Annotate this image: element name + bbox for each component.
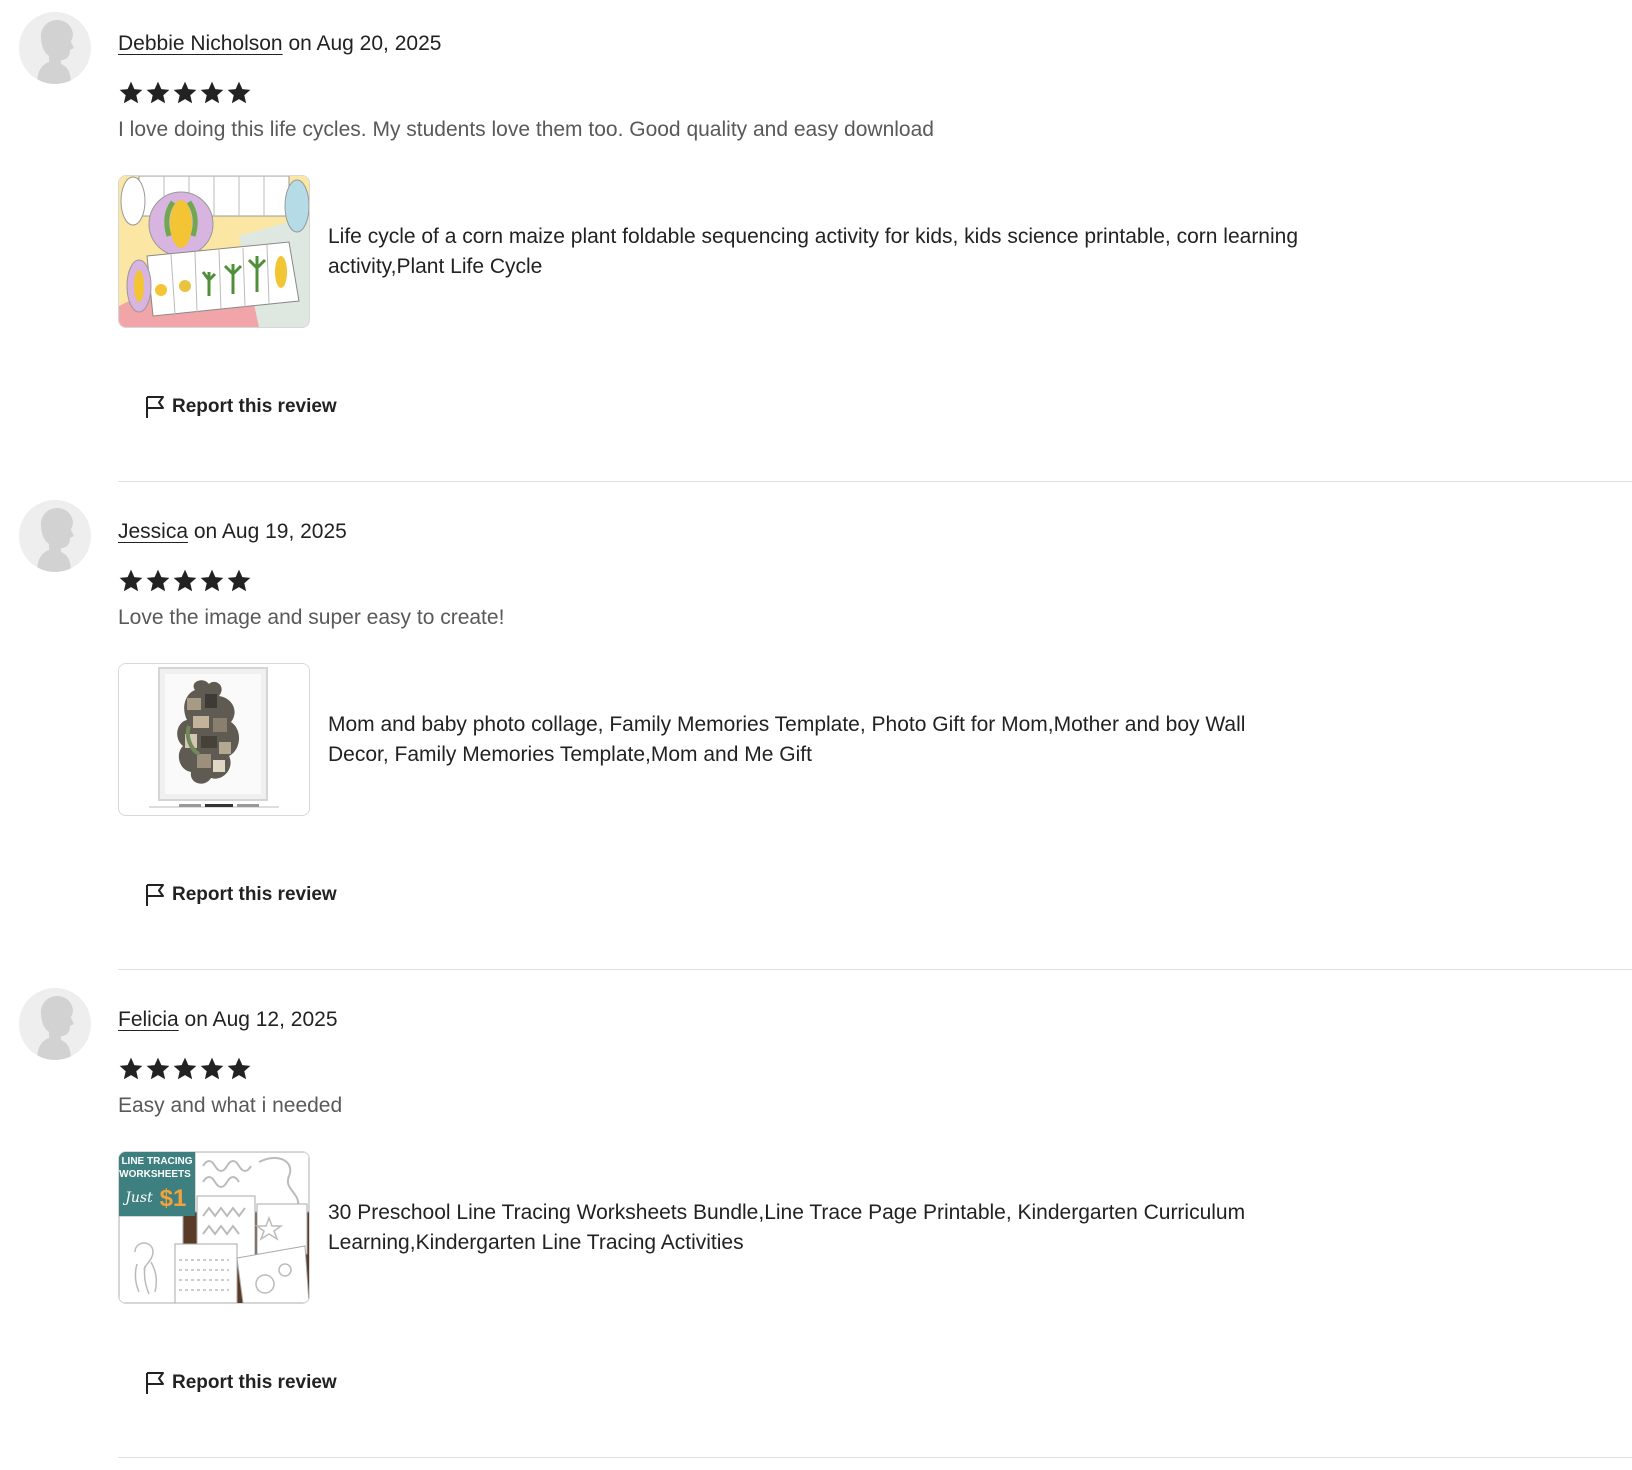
- star-icon: [172, 1056, 198, 1086]
- product-link[interactable]: Life cycle of a corn maize plant foldabl…: [118, 175, 1308, 328]
- avatar[interactable]: [19, 988, 91, 1060]
- flag-icon: [146, 884, 164, 906]
- report-review-label: Report this review: [172, 884, 337, 905]
- avatar[interactable]: [19, 12, 91, 84]
- star-icon: [226, 1056, 252, 1086]
- review-header: Debbie Nicholson on Aug 20, 2025: [118, 30, 441, 58]
- review-text: Easy and what i needed: [118, 1094, 343, 1117]
- reviewer-name-link[interactable]: Debbie Nicholson: [118, 32, 283, 55]
- report-review-label: Report this review: [172, 1372, 337, 1393]
- star-icon: [145, 568, 171, 598]
- star-icon: [172, 568, 198, 598]
- star-rating: [118, 568, 252, 598]
- user-silhouette-icon: [19, 12, 91, 84]
- product-link[interactable]: LINE TRACING WORKSHEETS Just $1 30 Presc…: [118, 1151, 1308, 1304]
- product-link[interactable]: Mom and baby photo collage, Family Memor…: [118, 663, 1308, 816]
- divider: [118, 969, 1632, 970]
- star-rating: [118, 80, 252, 110]
- star-icon: [172, 80, 198, 110]
- user-silhouette-icon: [19, 988, 91, 1060]
- reviewer-name-link[interactable]: Jessica: [118, 520, 188, 543]
- user-silhouette-icon: [19, 500, 91, 572]
- star-icon: [226, 80, 252, 110]
- star-icon: [226, 568, 252, 598]
- product-title[interactable]: 30 Preschool Line Tracing Worksheets Bun…: [328, 1198, 1308, 1258]
- product-thumbnail[interactable]: [118, 663, 310, 816]
- star-rating: [118, 1056, 252, 1086]
- star-icon: [199, 568, 225, 598]
- product-title[interactable]: Life cycle of a corn maize plant foldabl…: [328, 222, 1308, 282]
- thumb-text: WORKSHEETS: [119, 1169, 191, 1180]
- review-date: on Aug 12, 2025: [178, 1008, 338, 1031]
- product-title[interactable]: Mom and baby photo collage, Family Memor…: [328, 710, 1308, 770]
- star-icon: [145, 80, 171, 110]
- star-icon: [118, 1056, 144, 1086]
- product-thumbnail[interactable]: LINE TRACING WORKSHEETS Just $1: [118, 1151, 310, 1304]
- photo-collage-thumbnail-image: [119, 664, 309, 815]
- thumb-text: LINE TRACING: [121, 1156, 192, 1167]
- divider: [118, 1457, 1632, 1458]
- corn-lifecycle-thumbnail-image: [119, 176, 309, 327]
- report-review-button[interactable]: Report this review: [144, 1371, 337, 1395]
- review-header: Felicia on Aug 12, 2025: [118, 1006, 338, 1034]
- reviewer-name-link[interactable]: Felicia: [118, 1008, 179, 1031]
- reviews-list: Debbie Nicholson on Aug 20, 2025 I love …: [0, 0, 1632, 1464]
- review-item: Jessica on Aug 19, 2025 Love the image a…: [0, 488, 1632, 976]
- star-icon: [145, 1056, 171, 1086]
- review-item: Felicia on Aug 12, 2025 Easy and what i …: [0, 976, 1632, 1464]
- review-date: on Aug 20, 2025: [282, 32, 442, 55]
- thumb-text: $1: [160, 1185, 187, 1212]
- thumb-text: Just: [122, 1190, 153, 1206]
- line-tracing-thumbnail-image: LINE TRACING WORKSHEETS Just $1: [119, 1152, 309, 1303]
- report-review-label: Report this review: [172, 396, 337, 417]
- review-header: Jessica on Aug 19, 2025: [118, 518, 347, 546]
- star-icon: [118, 568, 144, 598]
- review-item: Debbie Nicholson on Aug 20, 2025 I love …: [0, 0, 1632, 488]
- avatar[interactable]: [19, 500, 91, 572]
- report-review-button[interactable]: Report this review: [144, 395, 337, 419]
- divider: [118, 481, 1632, 482]
- star-icon: [199, 80, 225, 110]
- flag-icon: [146, 1372, 164, 1394]
- star-icon: [118, 80, 144, 110]
- review-date: on Aug 19, 2025: [188, 520, 347, 543]
- star-icon: [199, 1056, 225, 1086]
- product-thumbnail[interactable]: [118, 175, 310, 328]
- review-text: I love doing this life cycles. My studen…: [118, 118, 934, 141]
- report-review-button[interactable]: Report this review: [144, 883, 337, 907]
- flag-icon: [146, 396, 164, 418]
- review-text: Love the image and super easy to create!: [118, 606, 505, 629]
